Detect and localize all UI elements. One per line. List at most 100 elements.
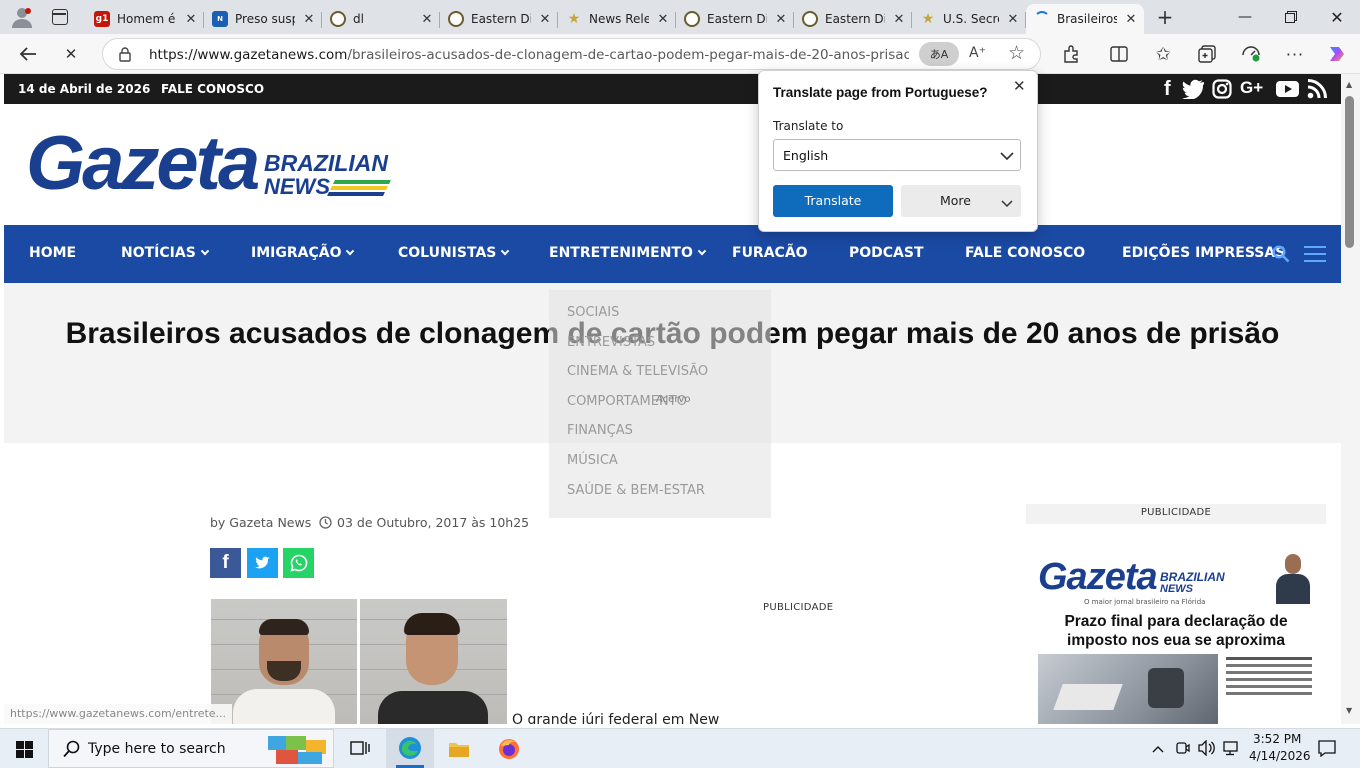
- share-facebook-button[interactable]: f: [210, 548, 241, 578]
- tab-label: Eastern Di: [707, 12, 767, 26]
- web-page: 14 de Abril de 2026 FALE CONOSCO f G+ Ga…: [4, 74, 1341, 724]
- notification-icon[interactable]: [1318, 740, 1336, 758]
- new-tab-button[interactable]: +: [1152, 4, 1178, 30]
- newspaper-cover-ad[interactable]: Gazeta BRAZILIAN NEWS O maior jornal bra…: [1034, 550, 1318, 724]
- close-tab-icon[interactable]: ✕: [1006, 12, 1020, 27]
- nav-item-2[interactable]: NOTÍCIAS: [121, 245, 210, 261]
- extensions-icon[interactable]: [1055, 38, 1087, 70]
- dropdown-item[interactable]: CINEMA & TELEVISÃO: [567, 364, 708, 379]
- tab-9[interactable]: Brasileiros ✕: [1026, 4, 1144, 34]
- close-tab-icon[interactable]: ✕: [184, 12, 198, 27]
- split-screen-icon[interactable]: [1103, 38, 1135, 70]
- tab-actions-icon[interactable]: [52, 9, 68, 25]
- file-explorer-icon[interactable]: [448, 739, 470, 759]
- nav-item-9[interactable]: EDIÇÕES IMPRESSAS: [1122, 245, 1285, 261]
- tab-label: dl: [353, 12, 364, 26]
- star-badge-icon: ★: [567, 11, 581, 27]
- profile-icon[interactable]: [10, 6, 34, 28]
- taskbar-date[interactable]: 4/14/2026: [1249, 749, 1311, 763]
- tab-6[interactable]: Eastern Di ✕: [676, 4, 794, 34]
- dropdown-item[interactable]: MÚSICA: [567, 453, 618, 468]
- facebook-icon[interactable]: f: [1164, 78, 1178, 100]
- seal-icon: [448, 11, 464, 27]
- close-tab-icon[interactable]: ✕: [538, 12, 552, 27]
- nav-item-6[interactable]: FURACÃO: [732, 245, 808, 261]
- site-logo[interactable]: Gazeta BRAZILIAN NEWS: [26, 122, 396, 206]
- nav-item-8[interactable]: FALE CONOSCO: [965, 245, 1085, 261]
- favorites-icon[interactable]: ✩: [1147, 38, 1179, 70]
- tab-2[interactable]: N Preso susp ✕: [204, 4, 322, 34]
- nav-item-5[interactable]: ENTRETENIMENTO: [549, 245, 707, 261]
- copilot-icon[interactable]: [1321, 38, 1353, 70]
- rss-icon[interactable]: [1307, 79, 1327, 99]
- search-highlight-puzzle-icon: [266, 734, 330, 766]
- task-view-icon[interactable]: [350, 739, 370, 759]
- stop-loading-button[interactable]: ✕: [55, 38, 87, 70]
- performance-icon[interactable]: [1235, 38, 1267, 70]
- nav-item-3[interactable]: IMIGRAÇÃO: [251, 245, 355, 261]
- settings-more-icon[interactable]: ···: [1279, 38, 1311, 70]
- collections-icon[interactable]: [1191, 38, 1223, 70]
- close-tab-icon[interactable]: ✕: [302, 12, 316, 27]
- close-tab-icon[interactable]: ✕: [656, 12, 670, 27]
- tab-label: Eastern Di: [471, 12, 531, 26]
- loading-icon: [1034, 11, 1050, 27]
- dropdown-item[interactable]: SOCIAIS: [567, 305, 619, 320]
- tab-3[interactable]: dl ✕: [322, 4, 440, 34]
- address-bar[interactable]: https://www.gazetanews.com/brasileiros-a…: [102, 38, 1041, 70]
- page-scrollbar[interactable]: ▲ ▼: [1341, 74, 1360, 724]
- nav-item-4[interactable]: COLUNISTAS: [398, 245, 510, 261]
- read-aloud-icon[interactable]: A⁺: [969, 45, 989, 65]
- translate-language-select[interactable]: English: [773, 139, 1021, 171]
- site-contact-link[interactable]: FALE CONOSCO: [161, 82, 264, 96]
- translate-more-button[interactable]: More: [901, 185, 1021, 217]
- search-icon[interactable]: [1272, 245, 1290, 263]
- dropdown-item[interactable]: FINANÇAS: [567, 423, 633, 438]
- scrollbar-thumb[interactable]: [1345, 96, 1354, 248]
- tab-5[interactable]: ★ News Rele ✕: [558, 4, 676, 34]
- dropdown-item[interactable]: ENTREVISTAS: [567, 335, 655, 350]
- url-text[interactable]: https://www.gazetanews.com/brasileiros-a…: [149, 47, 909, 63]
- restore-button[interactable]: [1268, 0, 1314, 34]
- network-icon[interactable]: [1223, 740, 1241, 756]
- translate-button[interactable]: Translate: [773, 185, 893, 217]
- translate-page-icon[interactable]: あA: [919, 42, 959, 66]
- nav-item-label: COLUNISTAS: [398, 245, 497, 261]
- edge-taskbar-icon[interactable]: [386, 729, 434, 768]
- google-plus-icon[interactable]: G+: [1240, 78, 1268, 100]
- close-tab-icon[interactable]: ✕: [420, 12, 434, 27]
- tab-7[interactable]: Eastern Di ✕: [794, 4, 912, 34]
- meet-now-icon[interactable]: [1176, 741, 1190, 755]
- windows-start-icon[interactable]: [16, 741, 33, 758]
- hamburger-menu-icon[interactable]: [1304, 245, 1326, 263]
- taskbar-time[interactable]: 3:52 PM: [1253, 732, 1301, 746]
- translate-close-icon[interactable]: ✕: [1013, 77, 1031, 95]
- minimize-button[interactable]: —: [1222, 0, 1268, 34]
- tab-8[interactable]: ★ U.S. Secret ✕: [912, 4, 1026, 34]
- nav-item-7[interactable]: PODCAST: [849, 245, 924, 261]
- close-tab-icon[interactable]: ✕: [892, 12, 906, 27]
- taskbar-search-box[interactable]: Type here to search: [48, 729, 334, 768]
- instagram-icon[interactable]: [1212, 79, 1232, 99]
- tray-chevron-up-icon[interactable]: [1152, 743, 1164, 753]
- volume-icon[interactable]: [1198, 739, 1216, 757]
- tab-1[interactable]: g1 Homem é ✕: [86, 4, 204, 34]
- nav-item-1[interactable]: HOME: [29, 245, 76, 261]
- article-author[interactable]: by Gazeta News: [210, 515, 311, 530]
- close-tab-icon[interactable]: ✕: [1124, 12, 1138, 27]
- dropdown-item[interactable]: SAÚDE & BEM-ESTAR: [567, 483, 705, 498]
- twitter-icon[interactable]: [1182, 79, 1206, 100]
- firefox-icon[interactable]: [498, 738, 520, 760]
- translate-to-label: Translate to: [773, 119, 844, 133]
- close-tab-icon[interactable]: ✕: [774, 12, 788, 27]
- tab-4[interactable]: Eastern Di ✕: [440, 4, 558, 34]
- seal-icon: [802, 11, 818, 27]
- article-ad-label: PUBLICIDADE: [763, 602, 834, 613]
- favorite-star-icon[interactable]: ☆: [1008, 42, 1030, 66]
- share-whatsapp-button[interactable]: [283, 548, 314, 578]
- youtube-icon[interactable]: [1276, 80, 1300, 98]
- back-button[interactable]: [12, 38, 44, 70]
- share-twitter-button[interactable]: [247, 548, 278, 578]
- site-info-icon[interactable]: [118, 46, 134, 62]
- close-window-button[interactable]: ✕: [1314, 0, 1360, 34]
